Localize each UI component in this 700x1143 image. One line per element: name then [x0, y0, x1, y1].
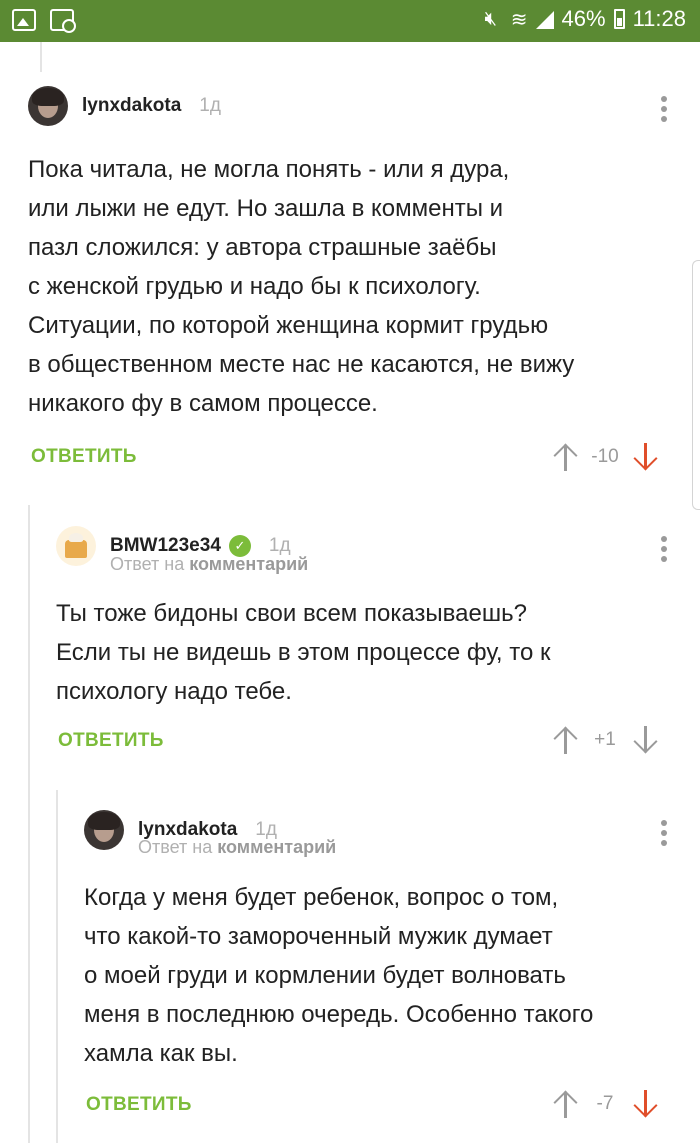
reply-to-link[interactable]: комментарий — [217, 837, 336, 857]
more-options-icon[interactable] — [661, 820, 667, 846]
comment-score: -7 — [596, 1093, 614, 1114]
reply-button[interactable]: ОТВЕТИТЬ — [31, 446, 137, 468]
comment-text: Когда у меня будет ребенок, вопрос о том… — [84, 884, 594, 1067]
thread-line — [40, 42, 42, 72]
status-bar: 🔇︎ ≋ 46% 11:28 — [0, 0, 700, 42]
downvote-arrow-icon[interactable] — [633, 725, 658, 755]
downvote-arrow-icon[interactable] — [633, 1089, 658, 1119]
screenshot-notification-icon — [50, 9, 76, 33]
reply-to-label: Ответ на комментарий — [110, 554, 309, 574]
avatar[interactable] — [28, 86, 68, 126]
downvote-arrow-icon[interactable] — [633, 442, 658, 472]
reply-button[interactable]: ОТВЕТИТЬ — [58, 730, 164, 752]
reply-to-link[interactable]: комментарий — [189, 554, 308, 574]
comment-text: Ты тоже бидоны свои всем показываешь? Ес… — [56, 600, 551, 705]
avatar[interactable] — [56, 526, 96, 566]
upvote-arrow-icon[interactable] — [553, 725, 578, 755]
username[interactable]: lynxdakota — [82, 95, 181, 117]
mute-icon: 🔇︎ — [484, 7, 498, 30]
scrollbar[interactable] — [692, 260, 700, 510]
wifi-icon: ≋ — [510, 8, 528, 31]
comment-score: -10 — [591, 446, 619, 467]
upvote-arrow-icon[interactable] — [553, 1089, 578, 1119]
gallery-notification-icon — [12, 9, 36, 31]
more-options-icon[interactable] — [661, 536, 667, 562]
thread-line — [28, 505, 30, 1143]
upvote-arrow-icon[interactable] — [553, 442, 578, 472]
comment-time: 1д — [199, 95, 221, 116]
comment-text: Пока читала, не могла понять - или я дур… — [28, 156, 575, 417]
thread-line — [56, 790, 58, 1143]
battery-percent: 46% — [561, 6, 606, 31]
clock: 11:28 — [632, 6, 686, 31]
battery-icon — [613, 9, 625, 29]
avatar[interactable] — [84, 810, 124, 850]
reply-button[interactable]: ОТВЕТИТЬ — [86, 1094, 192, 1116]
more-options-icon[interactable] — [661, 96, 667, 122]
signal-icon — [535, 9, 554, 29]
comment-score: +1 — [594, 729, 616, 750]
reply-to-label: Ответ на комментарий — [138, 837, 337, 857]
